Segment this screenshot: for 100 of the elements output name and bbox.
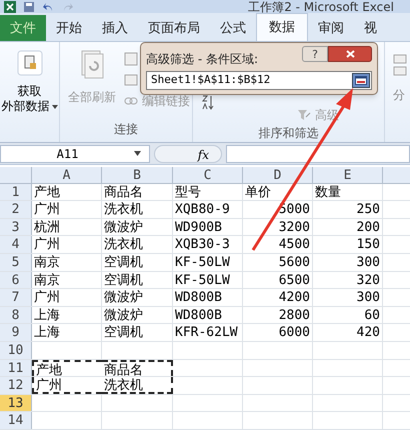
table-cell: 产地 — [36, 362, 62, 378]
ribbon-tab[interactable]: 页面布局 — [138, 15, 210, 42]
table-cell: 微波炉 — [104, 308, 143, 323]
ribbon-tab[interactable]: 数据 — [256, 13, 308, 42]
row-header[interactable]: 6 — [0, 272, 32, 288]
table-cell: KFR-62LW — [175, 325, 238, 340]
row-header[interactable]: 4 — [0, 236, 32, 254]
column-header[interactable]: C — [173, 166, 243, 183]
table-cell: WD900B — [175, 220, 222, 235]
table-cell: 单价 — [245, 184, 271, 200]
table-cell: 150 — [356, 237, 380, 252]
function-button[interactable]: fx — [154, 144, 222, 163]
table-cell: 上海 — [34, 308, 60, 323]
row-header[interactable]: 3 — [0, 218, 32, 236]
table-cell: 广州 — [36, 378, 62, 394]
close-button[interactable] — [328, 46, 372, 62]
name-box[interactable]: A11 — [0, 144, 150, 163]
table-cell: 商品名 — [104, 184, 143, 200]
table-cell: 洗衣机 — [104, 237, 143, 252]
excel-logo-icon — [4, 0, 16, 13]
refresh-icon — [79, 50, 105, 80]
row-header[interactable]: 10 — [0, 342, 32, 359]
document-icon — [16, 50, 42, 76]
link-icon — [124, 97, 138, 106]
row-header[interactable]: 14 — [0, 412, 32, 429]
table-cell: 3200 — [278, 220, 310, 235]
ribbon-tab[interactable]: 审阅 — [308, 15, 354, 42]
table-cell: 微波炉 — [104, 290, 143, 306]
table-cell: 洗衣机 — [104, 378, 143, 394]
table-cell: 洗衣机 — [104, 202, 143, 218]
ribbon-tab[interactable]: 视 — [354, 15, 387, 42]
group-label: 排序和筛选 — [258, 125, 318, 142]
range-field[interactable]: Sheet1!$A$11:$B$12 — [146, 71, 372, 90]
table-cell: 4500 — [278, 237, 310, 252]
undo-icon[interactable] — [42, 2, 54, 12]
ribbon-tab[interactable]: 开始 — [46, 15, 92, 42]
table-cell: WD800B — [175, 290, 222, 306]
table-cell: 6000 — [278, 325, 310, 340]
table-cell: XQB80-9 — [175, 202, 230, 218]
table-cell: KF-50LW — [175, 272, 230, 288]
row-header[interactable]: 5 — [0, 254, 32, 271]
table-cell: 空调机 — [104, 272, 143, 288]
ribbon-tab[interactable]: 文件 — [0, 15, 46, 42]
table-cell: 320 — [356, 272, 380, 288]
collapse-dialog-button[interactable] — [352, 73, 370, 88]
table-cell: 微波炉 — [104, 220, 143, 235]
column-header[interactable]: D — [243, 166, 313, 183]
row-header[interactable]: 7 — [0, 289, 32, 306]
table-cell: 南京 — [34, 255, 60, 270]
table-cell: 南京 — [34, 272, 60, 288]
row-header[interactable]: 2 — [0, 201, 32, 218]
table-cell: 空调机 — [104, 325, 143, 340]
filter-icon — [297, 109, 311, 122]
table-cell: 商品名 — [104, 362, 143, 378]
table-cell: 杭洲 — [34, 220, 60, 235]
column-header[interactable]: A — [32, 166, 102, 183]
dialog-title: 高级筛选 - 条件区域: — [146, 51, 258, 68]
dropdown-arrow-icon — [52, 104, 58, 109]
table-cell: 200 — [356, 220, 380, 235]
row-header[interactable]: 9 — [0, 324, 32, 342]
get-external-data-button[interactable]: 获取 外部数据 — [2, 50, 58, 114]
save-icon[interactable] — [24, 2, 34, 12]
table-cell: 5600 — [278, 255, 310, 270]
sort-az-icon[interactable] — [201, 94, 215, 112]
formula-input[interactable] — [226, 144, 410, 163]
row-header[interactable]: 11 — [0, 360, 32, 376]
column-header[interactable]: B — [102, 166, 173, 183]
table-cell: 300 — [356, 290, 380, 306]
help-button[interactable]: ? — [302, 46, 328, 62]
dropdown-arrow-icon[interactable] — [134, 151, 141, 156]
table-cell: 4200 — [278, 290, 310, 306]
properties-icon[interactable] — [124, 72, 138, 86]
table-cell: 60 — [364, 308, 380, 323]
window-icon — [355, 76, 367, 85]
table-cell: 数量 — [315, 184, 341, 200]
window-title: 工作簿2 - Microsoft Excel — [248, 0, 394, 13]
table-cell: 空调机 — [104, 255, 143, 270]
column-header[interactable]: E — [313, 166, 383, 183]
table-cell: KF-50LW — [175, 255, 230, 270]
connections-icon[interactable] — [124, 52, 138, 66]
table-cell: 250 — [356, 202, 380, 218]
table-cell: 型号 — [175, 184, 201, 200]
row-header[interactable]: 13 — [0, 394, 32, 412]
table-cell: 广州 — [34, 290, 60, 306]
table-cell: 6500 — [278, 272, 310, 288]
close-icon — [346, 50, 354, 58]
table-cell: WD800B — [175, 308, 222, 323]
row-header[interactable]: 8 — [0, 306, 32, 324]
table-cell: 2800 — [278, 308, 310, 323]
table-cell: 上海 — [34, 325, 60, 340]
table-cell: 420 — [356, 325, 380, 340]
row-header[interactable]: 1 — [0, 184, 32, 200]
table-cell: XQB30-3 — [175, 237, 230, 252]
row-header[interactable]: 12 — [0, 377, 32, 394]
data-tools-icon[interactable] — [393, 54, 407, 78]
table-cell: 300 — [356, 255, 380, 270]
ribbon-tab[interactable]: 插入 — [92, 15, 138, 42]
ribbon-tab[interactable]: 公式 — [210, 15, 256, 42]
table-cell: 广州 — [34, 202, 60, 218]
group-label: 连接 — [114, 121, 138, 138]
